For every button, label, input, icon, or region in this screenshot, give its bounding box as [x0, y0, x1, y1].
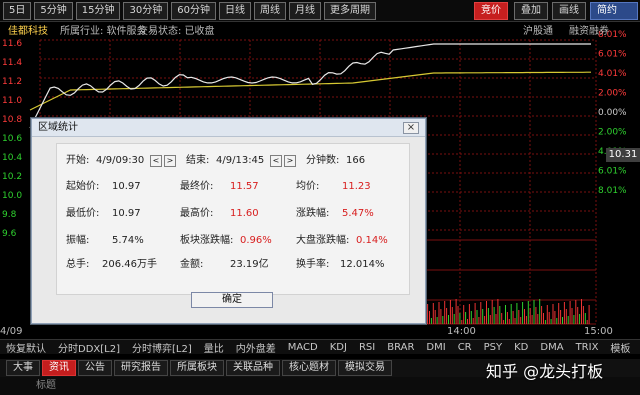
price-axis-tick: 11.0 [2, 96, 22, 106]
total-volume-label: 总手: [66, 259, 90, 270]
start-value: 4/9/09:30 [96, 155, 145, 166]
percent-axis-tick: 6.01% [598, 50, 627, 60]
high-price-label: 最高价: [180, 208, 214, 219]
change-pct-value: 5.47% [342, 208, 374, 219]
total-volume-value: 206.46万手 [102, 259, 157, 270]
percent-axis-tick: 0.00% [598, 108, 627, 118]
tab-kdj[interactable]: KDJ [324, 342, 353, 353]
price-axis-left: 11.6 11.4 11.2 11.0 10.8 10.6 10.4 10.2 10.0 9.8 9… [2, 39, 22, 239]
volume-bars [419, 299, 590, 324]
change-pct-label: 涨跌幅: [296, 208, 330, 219]
tab-kd[interactable]: KD [508, 342, 534, 353]
connect-tag: 沪股通 [523, 26, 553, 37]
turnover-value: 12.014% [340, 259, 385, 270]
tab-rsi[interactable]: RSI [353, 342, 381, 353]
tab-dma[interactable]: DMA [534, 342, 569, 353]
price-axis-tick: 10.4 [2, 153, 22, 163]
final-price-value: 11.57 [230, 181, 259, 192]
bottom-tab-news[interactable]: 资讯 [42, 360, 76, 376]
price-line [29, 43, 591, 129]
minutes-value: 166 [346, 155, 366, 166]
tab-cr[interactable]: CR [452, 342, 478, 353]
price-axis-tick: 10.8 [2, 115, 22, 125]
minutes-label: 分钟数: [306, 155, 340, 166]
tab-macd[interactable]: MACD [282, 342, 324, 353]
turnover-label: 换手率: [296, 259, 330, 270]
price-axis-tick: 10.6 [2, 134, 22, 144]
low-price-label: 最低价: [66, 208, 100, 219]
start-price-value: 10.97 [112, 181, 141, 192]
stock-info-bar: 佳都科技 所属行业: 软件服务 交易状态: 已收盘 沪股通 融资融券 [0, 24, 640, 40]
time-label-1400: 14:00 [447, 326, 476, 337]
percent-axis-right: 8.01%6.01%4.01%2.00%0.00%2.00%4.01%6.01%… [598, 30, 627, 196]
start-label: 开始: [66, 155, 90, 166]
avg-price-value: 11.23 [342, 181, 371, 192]
percent-axis-tick: 8.01% [598, 186, 627, 196]
low-price-value: 10.97 [112, 208, 141, 219]
tab-ddx[interactable]: 分时DDX[L2] [52, 340, 126, 355]
percent-axis-tick: 2.00% [598, 128, 627, 138]
market-change-label: 大盘涨跌幅: [296, 235, 350, 246]
tab-brar[interactable]: BRAR [381, 342, 420, 353]
bottom-tab-reports[interactable]: 研究报告 [114, 360, 168, 376]
price-axis-tick: 9.8 [2, 210, 17, 220]
tab-game[interactable]: 分时博弈[L2] [126, 340, 198, 355]
amplitude-value: 5.74% [112, 235, 144, 246]
industry-label: 所属行业: 软件服务 [60, 26, 147, 37]
tab-reset-default[interactable]: 恢复默认 [0, 340, 52, 355]
trade-status-label: 交易状态: 已收盘 [138, 26, 215, 37]
price-axis-tick: 11.2 [2, 77, 22, 87]
price-axis-tick: 11.6 [2, 39, 22, 49]
price-axis-tick: 10.0 [2, 191, 22, 201]
final-price-label: 最终价: [180, 181, 214, 192]
bottom-tab-sectors[interactable]: 所属板块 [170, 360, 224, 376]
time-label-start: 4/09 [0, 326, 23, 337]
end-label: 结束: [186, 155, 210, 166]
sector-change-value: 0.96% [240, 235, 272, 246]
tab-dmi[interactable]: DMI [420, 342, 451, 353]
bottom-tab-events[interactable]: 大事 [6, 360, 40, 376]
bottom-tab-sim-trade[interactable]: 模拟交易 [338, 360, 392, 376]
price-axis-tick: 10.2 [2, 172, 22, 182]
percent-axis-tick: 4.01% [598, 69, 627, 79]
start-prev-button[interactable]: < [150, 155, 162, 167]
stock-name: 佳都科技 [8, 26, 48, 37]
tab-template[interactable]: 模板 [604, 340, 636, 355]
bottom-tab-notices[interactable]: 公告 [78, 360, 112, 376]
amplitude-label: 振幅: [66, 235, 90, 246]
indicator-tabbar: 恢复默认 分时DDX[L2] 分时博弈[L2] 量比 内外盘差 MACD KDJ… [0, 339, 640, 355]
time-label-1500: 15:00 [584, 326, 613, 337]
ok-button[interactable]: 确定 [191, 292, 273, 308]
price-axis-tick: 9.6 [2, 229, 17, 239]
end-value: 4/9/13:45 [216, 155, 265, 166]
tab-trix[interactable]: TRIX [570, 342, 605, 353]
market-change-value: 0.14% [356, 235, 388, 246]
watermark: 知乎 @龙头打板 [486, 362, 604, 381]
amount-label: 金额: [180, 259, 204, 270]
start-price-label: 起始价: [66, 181, 100, 192]
margin-tag: 融资融券 [569, 26, 609, 37]
high-price-value: 11.60 [230, 208, 259, 219]
bottom-tab-themes[interactable]: 核心题材 [282, 360, 336, 376]
average-price-line [29, 71, 591, 111]
percent-axis-tick: 2.00% [598, 89, 627, 99]
range-stats-dialog: 区域统计 × 开始: 4/9/09:30 < > 结束: 4/9/13:45 <… [31, 118, 426, 324]
current-price-badge: 10.31 [606, 148, 640, 162]
start-next-button[interactable]: > [164, 155, 176, 167]
bottom-tab-related[interactable]: 关联品种 [226, 360, 280, 376]
dialog-title: 区域统计 [38, 122, 78, 133]
dialog-title-bar: 区域统计 × [32, 119, 425, 137]
percent-axis-tick: 6.01% [598, 167, 627, 177]
sector-change-label: 板块涨跌幅: [180, 235, 234, 246]
stock-chart-app: 5日 5分钟 15分钟 30分钟 60分钟 日线 周线 月线 更多周期 竞价 叠… [0, 0, 640, 395]
amount-value: 23.19亿 [230, 259, 269, 270]
tab-inout-diff[interactable]: 内外盘差 [230, 340, 282, 355]
tab-psy[interactable]: PSY [478, 342, 509, 353]
end-next-button[interactable]: > [284, 155, 296, 167]
dialog-close-icon[interactable]: × [403, 122, 419, 134]
avg-price-label: 均价: [296, 181, 320, 192]
tab-volume-ratio[interactable]: 量比 [198, 340, 230, 355]
end-prev-button[interactable]: < [270, 155, 282, 167]
price-axis-tick: 11.4 [2, 58, 22, 68]
